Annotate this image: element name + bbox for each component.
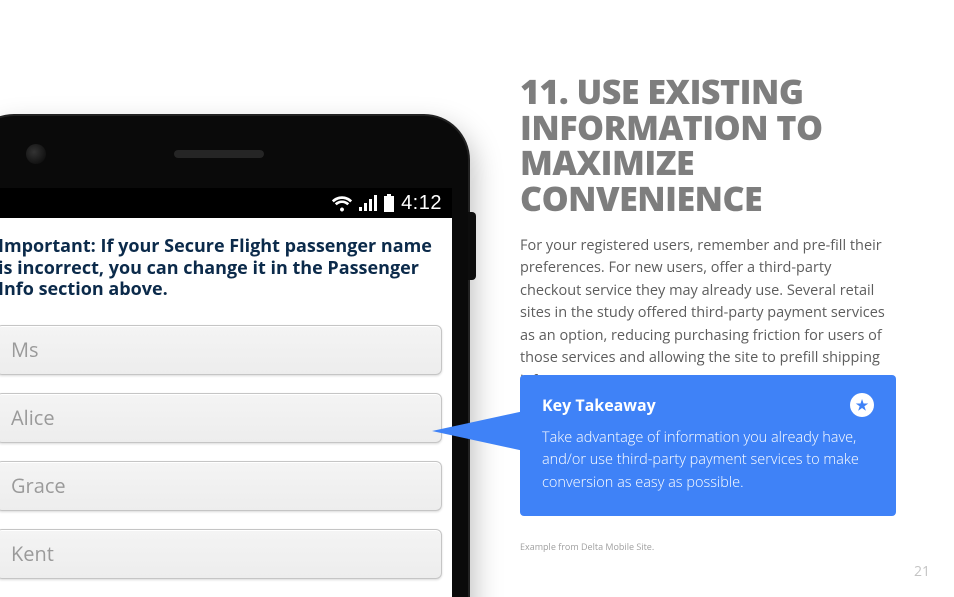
callout-pointer-icon	[432, 411, 524, 451]
article-body: For your registered users, remember and …	[520, 235, 896, 392]
middle-name-field[interactable]: Grace	[0, 461, 442, 511]
title-field-value: Ms	[11, 336, 39, 363]
callout-title: Key Takeaway	[542, 394, 656, 416]
last-name-value: Kent	[11, 540, 54, 567]
article-heading: 11. USE EXISTING INFORMATION TO MAXIMIZE…	[520, 74, 896, 217]
page-number: 21	[914, 562, 930, 581]
phone-speaker-icon	[174, 150, 264, 158]
key-takeaway-callout: Key Takeaway ★ Take advantage of informa…	[520, 375, 896, 516]
first-name-value: Alice	[11, 404, 55, 431]
status-bar: 4:12	[0, 188, 452, 218]
star-icon: ★	[850, 393, 874, 417]
cell-signal-icon	[359, 195, 377, 211]
notice-text: Important: If your Secure Flight passeng…	[0, 236, 442, 315]
middle-name-value: Grace	[11, 472, 66, 499]
form-content: Important: If your Secure Flight passeng…	[0, 218, 452, 579]
phone-screen: 4:12 Important: If your Secure Flight pa…	[0, 188, 452, 597]
article-column: 11. USE EXISTING INFORMATION TO MAXIMIZE…	[520, 74, 896, 392]
phone-frame: 4:12 Important: If your Secure Flight pa…	[0, 116, 468, 597]
status-clock: 4:12	[401, 192, 442, 215]
last-name-field[interactable]: Kent	[0, 529, 442, 579]
title-field[interactable]: Ms	[0, 325, 442, 375]
phone-camera-icon	[26, 144, 46, 164]
battery-icon	[383, 194, 395, 212]
first-name-field[interactable]: Alice	[0, 393, 442, 443]
page: 4:12 Important: If your Secure Flight pa…	[0, 0, 954, 597]
phone-power-button-icon	[468, 212, 476, 280]
callout-header: Key Takeaway ★	[542, 393, 874, 417]
callout-body: Take advantage of information you alread…	[542, 427, 874, 494]
wifi-icon	[331, 194, 353, 212]
image-caption: Example from Delta Mobile Site.	[520, 540, 654, 553]
